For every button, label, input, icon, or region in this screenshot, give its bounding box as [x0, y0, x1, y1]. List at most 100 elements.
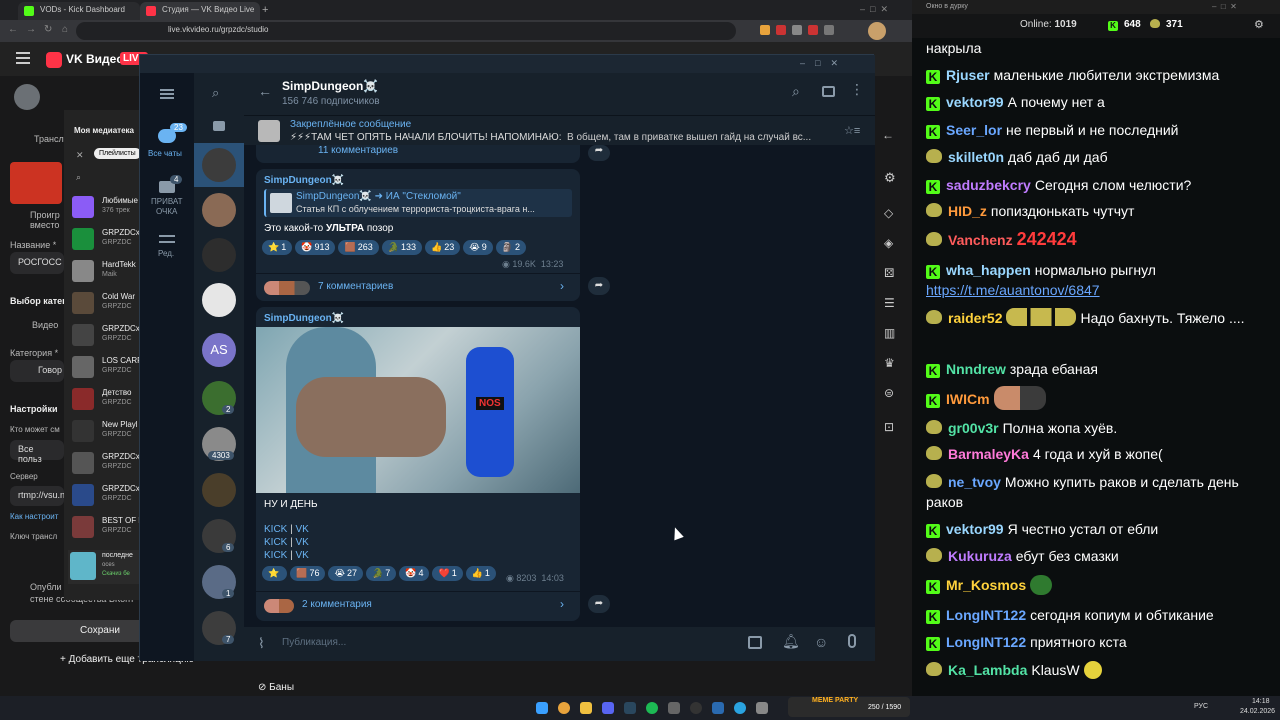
stats-icon[interactable]: ▥: [884, 326, 895, 340]
chat-username[interactable]: IWICm: [946, 391, 990, 407]
chat-username[interactable]: wha_happen: [946, 262, 1031, 278]
chat-username[interactable]: Nnndrew: [946, 361, 1006, 377]
chat-avatar[interactable]: [202, 193, 236, 227]
settings-icon[interactable]: ⚙: [884, 170, 896, 186]
chat-message-text[interactable]: https://t.me/auantonov/6847: [926, 282, 1100, 298]
chat-username[interactable]: Kukuruza: [948, 548, 1012, 564]
clock-time[interactable]: 14:18: [1252, 698, 1270, 705]
who-can-field[interactable]: Все польз: [10, 440, 64, 464]
chat-username[interactable]: BarmaleyKa: [948, 446, 1029, 462]
forward-icon[interactable]: ➦: [588, 595, 610, 613]
chat-username[interactable]: vektor99: [946, 521, 1004, 537]
playlist-item[interactable]: Cold War GRPZDC: [72, 290, 138, 318]
playlist-item[interactable]: New Playl GRPZDC: [72, 418, 138, 446]
reaction-chip[interactable]: 😭 27: [328, 566, 363, 581]
obs-icon[interactable]: [690, 702, 702, 714]
kick-link[interactable]: KICK: [264, 524, 287, 535]
chat-username[interactable]: ne_tvoy: [948, 474, 1001, 490]
chat-username[interactable]: HID_z: [948, 203, 987, 219]
publish-label[interactable]: Опубли: [30, 582, 62, 592]
archive-icon[interactable]: [213, 121, 225, 131]
chat-username[interactable]: Vanchenz: [948, 232, 1013, 248]
app-icon[interactable]: [668, 702, 680, 714]
emoji-icon[interactable]: ☺: [814, 634, 828, 650]
search-icon[interactable]: ⌕: [792, 83, 800, 100]
menu-icon[interactable]: [16, 52, 30, 54]
playlist-item[interactable]: GRPZDCx GRPZDC: [72, 450, 140, 478]
sidebar-toggle-icon[interactable]: [822, 86, 835, 97]
playlist-item[interactable]: Детство GRPZDC: [72, 386, 138, 414]
comments-link[interactable]: 11 комментариев: [318, 145, 398, 156]
reaction-chip[interactable]: 😭 9: [463, 240, 493, 255]
window-controls[interactable]: – □ ✕: [1212, 2, 1237, 11]
menu-icon[interactable]: [160, 89, 174, 91]
chat-username[interactable]: Rjuser: [946, 67, 990, 83]
start-icon[interactable]: [536, 702, 548, 714]
chat-username[interactable]: Mr_Kosmos: [946, 577, 1026, 593]
reaction-chip[interactable]: 🤡 913: [295, 240, 336, 255]
kick-link[interactable]: KICK: [264, 537, 287, 548]
clock-date[interactable]: 24.02.2026: [1240, 708, 1275, 715]
reaction-chip[interactable]: ⭐: [262, 566, 288, 581]
comments-link[interactable]: 2 комментария: [302, 599, 372, 610]
playlist-item[interactable]: GRPZDCx GRPZDC: [72, 482, 140, 510]
gem-icon[interactable]: ◈: [884, 236, 893, 250]
chat-username[interactable]: skillet0n: [948, 149, 1004, 165]
reaction-chip[interactable]: 🟫 263: [338, 240, 379, 255]
chat-avatar[interactable]: [202, 238, 236, 272]
explorer-icon[interactable]: [580, 702, 592, 714]
chat-username[interactable]: Seer_lor: [946, 122, 1002, 138]
more-icon[interactable]: ⋮: [850, 81, 864, 98]
message-input[interactable]: Публикация...: [282, 637, 346, 648]
mic-icon[interactable]: [848, 634, 856, 648]
comments-link[interactable]: 7 комментариев: [318, 281, 393, 292]
server-field[interactable]: rtmp://vsu.n: [10, 486, 65, 506]
home-icon[interactable]: ⌂: [62, 24, 68, 35]
vk-link[interactable]: VK: [296, 537, 309, 548]
vk-link[interactable]: VK: [296, 550, 309, 561]
reaction-chip[interactable]: 🗿 2: [495, 240, 526, 255]
diamond-icon[interactable]: ◇: [884, 206, 893, 220]
record-icon[interactable]: ⊡: [884, 420, 894, 434]
playlist-item[interactable]: Любимые 376 трек: [72, 194, 138, 222]
spotify-icon[interactable]: [646, 702, 658, 714]
telegram-icon[interactable]: [734, 702, 746, 714]
reaction-chip[interactable]: ❤️ 1: [432, 566, 463, 581]
category-field[interactable]: Говор: [10, 360, 64, 382]
channel-name[interactable]: SimpDungeon☠️: [282, 79, 378, 93]
meme-party-widget[interactable]: MEME PARTY 250 / 1590: [788, 697, 910, 717]
schedule-icon[interactable]: [748, 636, 762, 649]
playlist-item[interactable]: GRPZDCx GRPZDC: [72, 226, 140, 254]
how-setup-link[interactable]: Как настроит: [10, 512, 58, 521]
tab-kick-dashboard[interactable]: VODs - Kick Dashboard: [18, 2, 140, 20]
name-field[interactable]: РОСГОСС: [10, 252, 64, 274]
discord-icon[interactable]: [602, 702, 614, 714]
chat-avatar[interactable]: [202, 473, 236, 507]
pinned-message-bar[interactable]: Закреплённое сообщение ⚡⚡⚡ТАМ ЧЕТ ОПЯТЬ …: [244, 115, 875, 145]
extension-icons[interactable]: [760, 25, 870, 37]
reaction-chip[interactable]: 🐊 7: [366, 566, 397, 581]
reaction-chip[interactable]: 👍 23: [424, 240, 461, 255]
trophy-icon[interactable]: ♛: [884, 356, 895, 370]
new-tab-icon[interactable]: +: [262, 4, 268, 16]
chat-username[interactable]: raider52: [948, 310, 1002, 326]
reaction-chip[interactable]: 🤡 4: [399, 566, 430, 581]
tab-broadcast[interactable]: Трансл: [34, 134, 64, 144]
chat-username[interactable]: Ka_Lambda: [948, 662, 1027, 678]
comments-row[interactable]: 2 комментария ›: [256, 591, 580, 619]
playlist-item[interactable]: LOS CARF GRPZDC: [72, 354, 142, 382]
reaction-chip[interactable]: 🐊 133: [381, 240, 422, 255]
back-icon[interactable]: ←: [8, 24, 18, 35]
language-indicator[interactable]: РУС: [1194, 703, 1208, 710]
reaction-chip[interactable]: ⭐ 1: [262, 240, 293, 255]
reload-icon[interactable]: ↻: [44, 24, 52, 35]
comments-row[interactable]: 7 комментариев ›: [256, 273, 580, 301]
forward-icon[interactable]: →: [26, 24, 36, 35]
chrome-icon[interactable]: [558, 702, 570, 714]
url-field[interactable]: live.vkvideo.ru/grpzdc/studio: [76, 22, 736, 40]
kick-link[interactable]: KICK: [264, 550, 287, 561]
collapse-icon[interactable]: ←: [882, 128, 894, 142]
message-author[interactable]: SimpDungeon☠️: [264, 313, 344, 324]
window-controls[interactable]: – □ ✕: [860, 4, 888, 15]
chat-username[interactable]: vektor99: [946, 94, 1004, 110]
